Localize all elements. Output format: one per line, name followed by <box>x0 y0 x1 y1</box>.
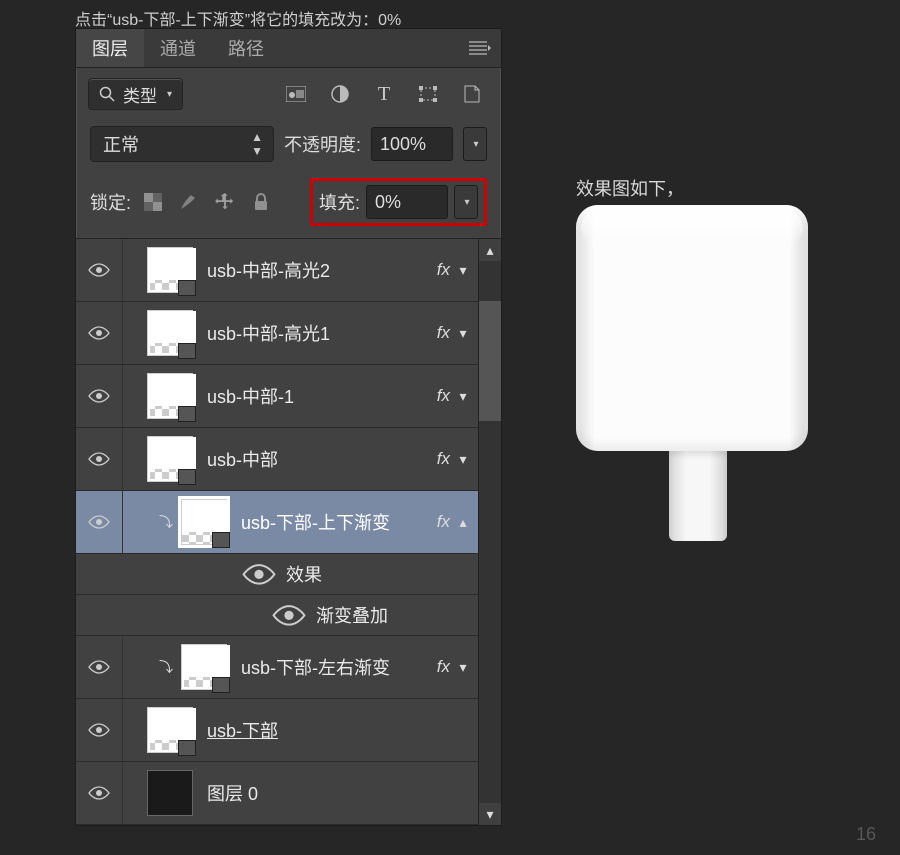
fill-input[interactable]: 0% <box>366 185 448 219</box>
layers-list: usb-中部-高光2fx▾usb-中部-高光1fx▾usb-中部-1fx▾usb… <box>76 238 478 825</box>
effect-gradient-overlay[interactable]: 渐变叠加 <box>76 595 478 636</box>
filter-pixel-icon[interactable] <box>285 83 307 105</box>
scroll-up-button[interactable]: ▴ <box>479 239 501 261</box>
lock-all-icon[interactable] <box>251 192 271 212</box>
layer-thumbnail[interactable] <box>147 770 193 816</box>
page-number: 16 <box>856 824 876 845</box>
lock-pixels-icon[interactable] <box>179 192 199 212</box>
fx-indicator: fx <box>437 449 450 469</box>
layer-row[interactable]: usb-中部fx▾ <box>76 428 478 491</box>
fx-expand-button[interactable]: ▾ <box>454 386 472 406</box>
opacity-dropdown-button[interactable]: ▾ <box>463 127 487 161</box>
layer-name[interactable]: usb-下部-左右渐变 <box>241 654 437 680</box>
effect-label: 渐变叠加 <box>316 602 388 628</box>
layer-thumbnail[interactable] <box>147 707 193 753</box>
effects-label: 效果 <box>286 561 322 587</box>
layer-row[interactable]: ⤵ usb-下部-上下渐变fx▴ <box>76 491 478 554</box>
filter-type-select[interactable]: 类型 ▾ <box>88 78 183 110</box>
fx-indicator: fx <box>437 260 450 280</box>
layer-name[interactable]: usb-下部-上下渐变 <box>241 509 437 535</box>
layer-name[interactable]: usb-下部 <box>207 717 478 743</box>
effects-group[interactable]: 效果 <box>76 554 478 595</box>
layer-row[interactable]: ⤵ usb-下部-左右渐变fx▾ <box>76 636 478 699</box>
layer-row[interactable]: 图层 0 <box>76 762 478 825</box>
fx-indicator: fx <box>437 657 450 677</box>
layer-thumbnail[interactable] <box>147 373 193 419</box>
preview-image <box>576 205 819 540</box>
layer-name[interactable]: 图层 0 <box>207 780 478 806</box>
lock-position-icon[interactable] <box>215 192 235 212</box>
opacity-label: 不透明度: <box>284 131 361 157</box>
search-icon <box>99 86 115 102</box>
fx-indicator: fx <box>437 512 450 532</box>
visibility-toggle[interactable] <box>76 428 123 490</box>
blend-mode-label: 正常 <box>103 131 139 157</box>
fx-indicator: fx <box>437 323 450 343</box>
lock-fill-row: 锁定: 填充: 0% ▾ <box>76 172 501 238</box>
layer-row[interactable]: usb-中部-高光2fx▾ <box>76 239 478 302</box>
blend-opacity-row: 正常 ▲▼ 不透明度: 100% ▾ <box>76 120 501 172</box>
filter-row: 类型 ▾ T <box>76 68 501 120</box>
fill-dropdown-button[interactable]: ▾ <box>454 185 478 219</box>
filter-shape-icon[interactable] <box>417 83 439 105</box>
effects-visibility[interactable] <box>242 562 276 587</box>
layer-thumbnail[interactable] <box>181 644 227 690</box>
tab-layers[interactable]: 图层 <box>76 29 144 67</box>
layer-thumbnail[interactable] <box>147 247 193 293</box>
fx-expand-button[interactable]: ▾ <box>454 449 472 469</box>
chevron-down-icon: ▾ <box>167 89 172 100</box>
visibility-toggle[interactable] <box>76 302 123 364</box>
fx-indicator: fx <box>437 386 450 406</box>
opacity-input[interactable]: 100% <box>371 127 453 161</box>
fx-expand-button[interactable]: ▾ <box>454 323 472 343</box>
fx-expand-button[interactable]: ▾ <box>454 260 472 280</box>
filter-adjustment-icon[interactable] <box>329 83 351 105</box>
visibility-toggle[interactable] <box>76 239 123 301</box>
filter-smart-icon[interactable] <box>461 83 483 105</box>
layer-thumbnail[interactable] <box>181 499 227 545</box>
layer-name[interactable]: usb-中部-高光1 <box>207 320 437 346</box>
visibility-toggle[interactable] <box>76 491 123 553</box>
layer-name[interactable]: usb-中部-1 <box>207 383 437 409</box>
visibility-toggle[interactable] <box>76 762 123 824</box>
blend-mode-select[interactable]: 正常 ▲▼ <box>90 126 274 162</box>
layers-panel: 图层 通道 路径 类型 ▾ T 正常 ▲▼ 不透明度: 100% ▾ <box>75 28 502 826</box>
panel-menu-icon[interactable] <box>459 29 501 67</box>
layer-thumbnail[interactable] <box>147 310 193 356</box>
preview-label: 效果图如下， <box>576 175 684 201</box>
fx-expand-button[interactable]: ▾ <box>454 657 472 677</box>
layers-scrollbar[interactable]: ▴ ▾ <box>478 238 501 825</box>
visibility-toggle[interactable] <box>76 365 123 427</box>
effect-visibility[interactable] <box>272 603 306 628</box>
lock-label: 锁定: <box>90 189 131 215</box>
lock-transparent-icon[interactable] <box>143 192 163 212</box>
filter-type-icon[interactable]: T <box>373 83 395 105</box>
clip-indicator-icon: ⤵ <box>159 657 173 677</box>
visibility-toggle[interactable] <box>76 636 123 698</box>
fill-group-highlight: 填充: 0% ▾ <box>310 178 487 226</box>
visibility-toggle[interactable] <box>76 699 123 761</box>
instruction-text: 点击“usb-下部-上下渐变”将它的填充改为：0% <box>75 6 401 30</box>
scroll-down-button[interactable]: ▾ <box>479 803 501 825</box>
fx-expand-button[interactable]: ▴ <box>454 512 472 532</box>
layer-thumbnail[interactable] <box>147 436 193 482</box>
layer-row[interactable]: usb-中部-高光1fx▾ <box>76 302 478 365</box>
layer-row[interactable]: usb-中部-1fx▾ <box>76 365 478 428</box>
panel-tabs: 图层 通道 路径 <box>76 29 501 68</box>
clip-indicator-icon: ⤵ <box>159 512 173 532</box>
select-arrows-icon: ▲▼ <box>251 130 261 158</box>
filter-type-label: 类型 <box>123 82 157 107</box>
fill-label: 填充: <box>319 189 360 215</box>
layer-name[interactable]: usb-中部-高光2 <box>207 257 437 283</box>
layer-name[interactable]: usb-中部 <box>207 446 437 472</box>
layer-row[interactable]: usb-下部 <box>76 699 478 762</box>
tab-channels[interactable]: 通道 <box>144 29 212 67</box>
tab-paths[interactable]: 路径 <box>212 29 280 67</box>
